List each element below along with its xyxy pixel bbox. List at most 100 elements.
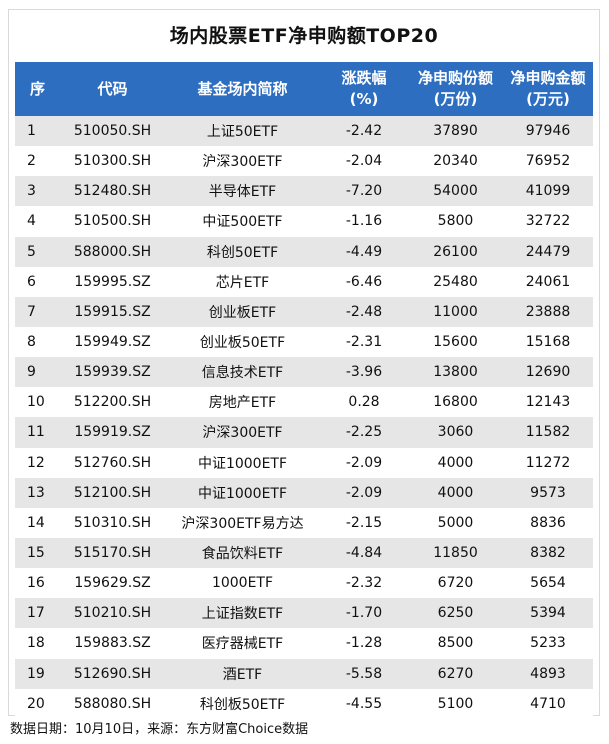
cell-rank: 5 [27,243,36,260]
header-amount-unit: (万元) [526,90,570,108]
cell-fund-name: 沪深300ETF易方达 [181,515,304,532]
header-rank-label: 序 [29,79,45,98]
cell-code: 512480.SH [73,183,152,200]
cell-code: 588080.SH [73,695,152,712]
cell-net-shares: 37890 [433,123,478,140]
header-name-label: 基金场内简称 [197,79,288,98]
cell-net-shares: 26100 [433,243,478,260]
cell-fund-name: 沪深300ETF [202,154,283,171]
cell-change-pct: -1.16 [345,213,383,230]
cell-rank: 11 [27,424,45,441]
table-row: 1 510050.SH 上证50ETF -2.42 37890 97946 [15,116,593,147]
cell-change-pct: -6.46 [345,273,383,290]
cell-net-shares: 5800 [437,213,474,230]
cell-change-pct: -4.84 [345,545,383,562]
cell-code: 159995.SZ [74,273,151,290]
cell-fund-name: 中证1000ETF [197,455,288,472]
cell-change-pct: -2.31 [345,334,383,351]
cell-change-pct: -5.58 [345,665,383,682]
cell-net-shares: 5100 [437,695,474,712]
cell-net-amount: 12143 [525,394,571,411]
etf-subscription-table: 序 代码 基金场内简称 涨跌幅 (%) 净申购份额 (万份) 净申购金额 (万元… [15,62,593,719]
header-row: 序 代码 基金场内简称 涨跌幅 (%) 净申购份额 (万份) 净申购金额 (万元… [15,62,593,116]
cell-change-pct: -2.32 [345,575,383,592]
cell-rank: 13 [27,484,45,501]
cell-net-shares: 3060 [437,424,474,441]
cell-fund-name: 医疗器械ETF [201,636,284,653]
cell-change-pct: -4.55 [345,695,383,712]
cell-net-shares: 25480 [433,273,478,290]
cell-net-amount: 5654 [530,575,566,592]
cell-fund-name: 科创50ETF [206,244,279,261]
etf-table-card: 场内股票ETF净申购额TOP20 序 代码 基金场内简称 涨跌幅 (%) 净申购… [8,9,600,719]
cell-net-shares: 4000 [437,484,474,501]
cell-net-amount: 76952 [525,153,571,170]
cell-net-amount: 24479 [525,243,571,260]
table-row: 8 159949.SZ 创业板50ETF -2.31 15600 15168 [15,326,593,358]
cell-change-pct: -2.09 [345,454,383,471]
cell-rank: 8 [27,334,36,351]
cell-net-amount: 32722 [525,213,571,230]
cell-change-pct: -2.25 [345,424,383,441]
cell-rank: 14 [27,514,45,531]
cell-code: 159915.SZ [74,303,151,320]
cell-fund-name: 上证指数ETF [201,606,284,623]
cell-net-shares: 6250 [437,605,474,622]
table-row: 16 159629.SZ 1000ETF -2.32 6720 5654 [15,568,593,599]
cell-net-amount: 8382 [530,545,566,562]
cell-net-amount: 4893 [530,665,566,682]
cell-net-shares: 20340 [433,153,478,170]
cell-rank: 6 [27,273,36,290]
cell-fund-name: 酒ETF [222,666,263,683]
cell-net-shares: 54000 [433,183,478,200]
cell-fund-name: 科创板50ETF [199,696,286,713]
cell-rank: 18 [27,635,45,652]
cell-rank: 3 [27,183,36,200]
cell-fund-name: 半导体ETF [208,184,277,201]
cell-rank: 4 [27,213,36,230]
source-footnote: 数据日期：10月10日，来源：东方财富Choice数据 [10,722,309,737]
header-code-label: 代码 [97,79,128,98]
header-change: 涨跌幅 (%) [320,62,408,116]
cell-net-shares: 6720 [437,575,474,592]
cell-net-amount: 41099 [525,183,571,200]
header-shares-label: 净申购份额 [417,69,493,87]
cell-net-shares: 15600 [433,334,478,351]
table-row: 20 588080.SH 科创板50ETF -4.55 5100 4710 [15,688,593,719]
cell-rank: 7 [27,303,36,320]
table-row: 3 512480.SH 半导体ETF -7.20 54000 41099 [15,176,593,207]
header-shares: 净申购份额 (万份) [408,62,503,116]
cell-fund-name: 沪深300ETF [202,425,283,442]
table-row: 10 512200.SH 房地产ETF 0.28 16800 12143 [15,387,593,418]
cell-rank: 16 [27,575,45,592]
cell-net-shares: 11000 [433,303,478,320]
cell-rank: 2 [27,153,36,170]
table-row: 4 510500.SH 中证500ETF -1.16 5800 32722 [15,206,593,237]
cell-net-amount: 97946 [525,123,571,140]
table-row: 17 510210.SH 上证指数ETF -1.70 6250 5394 [15,598,593,629]
cell-net-amount: 15168 [525,334,571,351]
cell-net-amount: 12690 [525,364,571,381]
cell-fund-name: 中证1000ETF [197,485,288,502]
cell-rank: 17 [27,605,45,622]
table-row: 15 515170.SH 食品饮料ETF -4.84 11850 8382 [15,537,593,569]
cell-code: 512100.SH [73,484,152,501]
table-row: 2 510300.SH 沪深300ETF -2.04 20340 76952 [15,146,593,177]
cell-change-pct: -1.70 [345,605,383,622]
cell-code: 510300.SH [73,153,152,170]
cell-change-pct: -2.04 [345,153,383,170]
header-rank: 序 [15,62,60,116]
cell-net-shares: 6270 [437,665,474,682]
cell-code: 510050.SH [73,123,152,140]
cell-rank: 20 [27,695,45,712]
table-row: 14 510310.SH 沪深300ETF易方达 -2.15 5000 8836 [15,507,593,538]
table-row: 5 588000.SH 科创50ETF -4.49 26100 24479 [15,236,593,267]
cell-net-shares: 16800 [433,394,478,411]
cell-fund-name: 中证500ETF [202,214,283,231]
cell-net-amount: 24061 [525,273,571,290]
cell-change-pct: -2.48 [345,303,383,320]
cell-code: 515170.SH [73,545,152,562]
cell-change-pct: -1.28 [345,635,383,652]
header-amount: 净申购金额 (万元) [503,62,593,116]
cell-code: 510310.SH [73,514,152,531]
